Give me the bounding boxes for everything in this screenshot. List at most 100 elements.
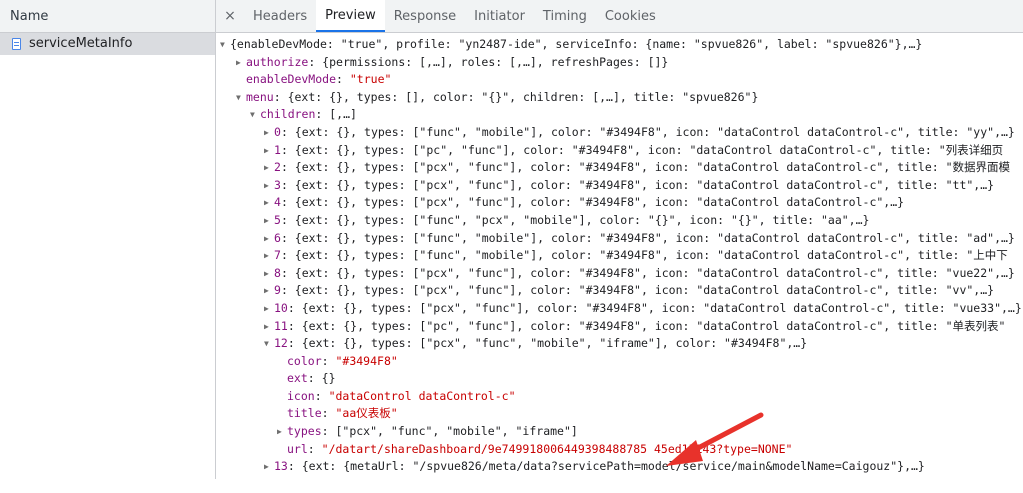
tree-row-child-6[interactable]: ▶ 6: {ext: {}, types: ["func", "mobile"],… <box>216 230 1023 248</box>
tree-row-child-10[interactable]: ▶ 10: {ext: {}, types: ["pcx", "func"], c… <box>216 300 1023 318</box>
child-index: 5 <box>274 212 281 227</box>
property-key: title <box>287 406 322 421</box>
child-summary: {ext: {}, types: ["func", "mobile"], col… <box>294 248 1008 263</box>
tree-row-child-3[interactable]: ▶ 3: {ext: {}, types: ["pcx", "func"], co… <box>216 177 1023 195</box>
tab-preview[interactable]: Preview <box>316 0 385 32</box>
property-key: enableDevMode <box>246 72 337 87</box>
children-list: ▶ 0: {ext: {}, types: ["func", "mobile"],… <box>216 124 1023 335</box>
child-summary: {ext: {}, types: ["pcx", "func"], color:… <box>294 177 995 192</box>
child-index: 12 <box>274 336 288 351</box>
child-index: 10 <box>274 300 288 315</box>
tree-row-color: color: "#3494F8" <box>287 353 398 368</box>
tree-row-child-11[interactable]: ▶ 11: {ext: {}, types: ["pc", "func"], co… <box>216 318 1023 336</box>
property-value: "/datart/shareDashboard/9e74991800644939… <box>321 441 793 456</box>
child-summary: {ext: {}, types: ["pcx", "func"], color:… <box>294 195 905 210</box>
child-summary: {ext: {}, types: ["func", "mobile"], col… <box>294 230 1015 245</box>
child-summary: {ext: {}, types: ["pcx", "func"], color:… <box>294 160 1011 175</box>
json-preview-tree: ▼ {enableDevMode: "true", profile: "yn248… <box>216 33 1023 476</box>
tree-row-child-8[interactable]: ▶ 8: {ext: {}, types: ["pcx", "func"], co… <box>216 265 1023 283</box>
expanded-triangle-icon[interactable]: ▼ <box>236 89 246 107</box>
expanded-triangle-icon[interactable]: ▼ <box>250 106 260 124</box>
child-index: 3 <box>274 177 281 192</box>
tree-row-icon: icon: "dataControl dataControl-c" <box>287 388 516 403</box>
tab-headers[interactable]: Headers <box>244 0 316 32</box>
property-key: url <box>287 441 308 456</box>
child-summary: {ext: {}, types: ["func", "mobile"], col… <box>294 124 1015 139</box>
tree-row-child-5[interactable]: ▶ 5: {ext: {}, types: ["func", "pcx", "mo… <box>216 212 1023 230</box>
child-summary: {ext: {}, types: ["func", "pcx", "mobile… <box>294 212 870 227</box>
child-summary: {ext: {}, types: ["pc", "func"], color: … <box>301 318 1006 333</box>
tree-row-child-12[interactable]: ▼ 12: {ext: {}, types: ["pcx", "func", "m… <box>216 335 1023 353</box>
tree-row-enabledevmode: enableDevMode: "true" <box>246 72 392 87</box>
property-value: ["pcx", "func", "mobile", "iframe"] <box>335 424 578 439</box>
child-summary: {ext: {}, types: ["pcx", "func"], color:… <box>294 265 1015 280</box>
property-key: children <box>260 107 316 122</box>
collapsed-triangle-icon[interactable]: ▶ <box>264 230 274 248</box>
property-key: authorize <box>246 54 309 69</box>
property-key: ext <box>287 371 308 386</box>
tree-row-children[interactable]: ▼ children: [,…] <box>216 106 1023 124</box>
tree-row-child-4[interactable]: ▶ 4: {ext: {}, types: ["pcx", "func"], co… <box>216 194 1023 212</box>
property-value: "true" <box>349 72 392 87</box>
collapsed-triangle-icon[interactable]: ▶ <box>264 177 274 195</box>
property-key: color <box>287 353 322 368</box>
tree-row-child-0[interactable]: ▶ 0: {ext: {}, types: ["func", "mobile"],… <box>216 124 1023 142</box>
collapsed-triangle-icon[interactable]: ▶ <box>264 212 274 230</box>
child-index: 9 <box>274 283 281 298</box>
tree-row-ext: ext: {} <box>287 371 336 386</box>
child-index: 4 <box>274 195 281 210</box>
child-summary: {ext: {metaUrl: "/spvue826/meta/data?ser… <box>301 459 925 474</box>
property-key: icon <box>287 388 315 403</box>
tree-row-authorize[interactable]: ▶ authorize: {permissions: [,…], roles: [… <box>216 54 1023 72</box>
detail-panel: × Headers Preview Response Initiator Tim… <box>216 0 1023 479</box>
collapsed-triangle-icon[interactable]: ▶ <box>277 423 287 441</box>
tree-row-child-9[interactable]: ▶ 9: {ext: {}, types: ["pcx", "func"], co… <box>216 282 1023 300</box>
child-summary: {ext: {}, types: ["pcx", "func"], color:… <box>301 300 1022 315</box>
expanded-triangle-icon[interactable]: ▼ <box>264 335 274 353</box>
name-column-header[interactable]: Name <box>0 0 215 33</box>
collapsed-triangle-icon[interactable]: ▶ <box>264 458 274 476</box>
tab-timing[interactable]: Timing <box>534 0 596 32</box>
tab-cookies[interactable]: Cookies <box>596 0 665 32</box>
child-summary: {ext: {}, types: ["pcx", "func"], color:… <box>294 283 995 298</box>
child-index: 6 <box>274 230 281 245</box>
tree-row-child-7[interactable]: ▶ 7: {ext: {}, types: ["func", "mobile"],… <box>216 247 1023 265</box>
collapsed-triangle-icon[interactable]: ▶ <box>264 124 274 142</box>
child-summary: {ext: {}, types: ["pcx", "func", "mobile… <box>301 336 808 351</box>
close-icon[interactable]: × <box>216 0 244 32</box>
property-value: "#3494F8" <box>335 353 398 368</box>
request-list-panel: Name serviceMetaInfo <box>0 0 216 479</box>
collapsed-triangle-icon[interactable]: ▶ <box>264 318 274 336</box>
tree-row-child-13[interactable]: ▶ 13: {ext: {metaUrl: "/spvue826/meta/dat… <box>216 458 1023 476</box>
child-index: 11 <box>274 318 288 333</box>
child-index: 8 <box>274 265 281 280</box>
tree-row-menu[interactable]: ▼ menu: {ext: {}, types: [], color: "{}",… <box>216 89 1023 107</box>
collapsed-triangle-icon[interactable]: ▶ <box>236 54 246 72</box>
tab-initiator[interactable]: Initiator <box>465 0 534 32</box>
child-summary: {ext: {}, types: ["pc", "func"], color: … <box>294 142 1004 157</box>
collapsed-triangle-icon[interactable]: ▶ <box>264 300 274 318</box>
property-key: menu <box>246 89 274 104</box>
tree-row-title: title: "aa仪表板" <box>287 406 398 421</box>
collapsed-triangle-icon[interactable]: ▶ <box>264 159 274 177</box>
request-item-servicemetainfo[interactable]: serviceMetaInfo <box>0 33 215 55</box>
child-index: 0 <box>274 124 281 139</box>
child-index: 2 <box>274 160 281 175</box>
detail-tabs: × Headers Preview Response Initiator Tim… <box>216 0 1023 33</box>
child-index: 13 <box>274 459 288 474</box>
tree-row-types[interactable]: ▶ types: ["pcx", "func", "mobile", "ifram… <box>216 423 1023 441</box>
expanded-triangle-icon[interactable]: ▼ <box>220 36 230 54</box>
collapsed-triangle-icon[interactable]: ▶ <box>264 282 274 300</box>
child-index: 7 <box>274 248 281 263</box>
collapsed-triangle-icon[interactable]: ▶ <box>264 194 274 212</box>
request-item-label: serviceMetaInfo <box>29 36 133 51</box>
property-value: {ext: {}, types: [], color: "{}", childr… <box>287 89 759 104</box>
tree-row-child-1[interactable]: ▶ 1: {ext: {}, types: ["pc", "func"], col… <box>216 142 1023 160</box>
collapsed-triangle-icon[interactable]: ▶ <box>264 247 274 265</box>
property-value: {permissions: [,…], roles: [,…], refresh… <box>322 54 669 69</box>
collapsed-triangle-icon[interactable]: ▶ <box>264 265 274 283</box>
tab-response[interactable]: Response <box>385 0 465 32</box>
collapsed-triangle-icon[interactable]: ▶ <box>264 142 274 160</box>
tree-row-child-2[interactable]: ▶ 2: {ext: {}, types: ["pcx", "func"], co… <box>216 159 1023 177</box>
tree-root-row[interactable]: ▼ {enableDevMode: "true", profile: "yn248… <box>216 36 1023 54</box>
